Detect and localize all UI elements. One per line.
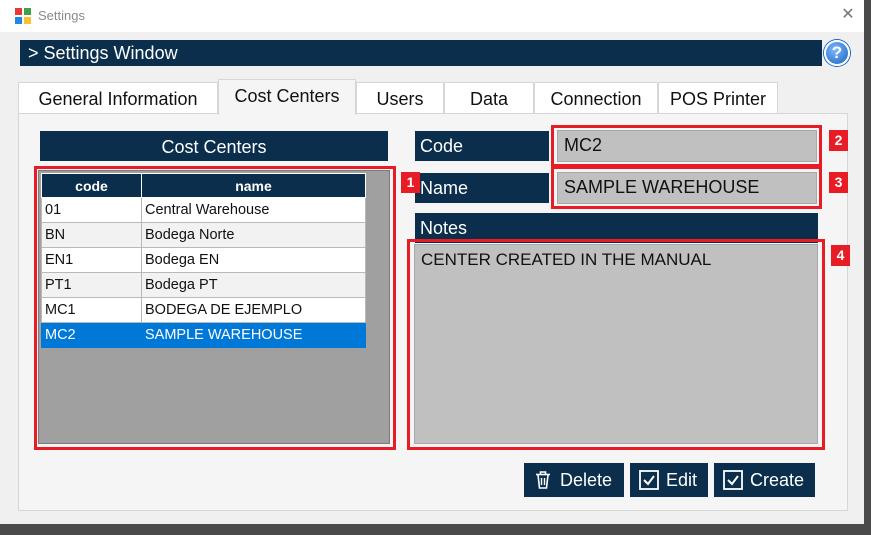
table-row[interactable]: EN1 Bodega EN bbox=[41, 247, 366, 273]
cell-name[interactable]: SAMPLE WAREHOUSE bbox=[141, 322, 366, 348]
table-row[interactable]: MC1 BODEGA DE EJEMPLO bbox=[41, 297, 366, 323]
cell-code[interactable]: BN bbox=[41, 222, 142, 248]
create-button-label: Create bbox=[750, 470, 805, 490]
name-label: Name bbox=[415, 173, 549, 203]
cell-code[interactable]: MC2 bbox=[41, 322, 142, 348]
app-logo-icon bbox=[15, 8, 31, 24]
tab-general-information[interactable]: General Information bbox=[18, 82, 218, 114]
cell-name[interactable]: Bodega PT bbox=[141, 272, 366, 298]
tab-cost-centers[interactable]: Cost Centers bbox=[218, 79, 356, 115]
table-row[interactable]: PT1 Bodega PT bbox=[41, 272, 366, 298]
tab-pos-printer[interactable]: POS Printer bbox=[658, 82, 778, 114]
trash-icon bbox=[536, 471, 550, 489]
delete-button[interactable]: Delete bbox=[524, 463, 624, 497]
edit-button[interactable]: Edit bbox=[630, 463, 708, 497]
cell-code[interactable]: 01 bbox=[41, 197, 142, 223]
checkbox-check-icon bbox=[723, 470, 743, 490]
cell-code[interactable]: MC1 bbox=[41, 297, 142, 323]
cell-name[interactable]: Bodega EN bbox=[141, 247, 366, 273]
name-field[interactable]: SAMPLE WAREHOUSE bbox=[557, 172, 817, 204]
annotation-badge-1: 1 bbox=[401, 172, 420, 193]
settings-window: Settings ✕ > Settings Window ? General I… bbox=[0, 0, 864, 524]
edit-button-label: Edit bbox=[666, 470, 698, 490]
tab-connection[interactable]: Connection bbox=[534, 82, 658, 114]
cost-centers-list-title: Cost Centers bbox=[40, 131, 388, 161]
cell-name[interactable]: Central Warehouse bbox=[141, 197, 366, 223]
cell-name[interactable]: Bodega Norte bbox=[141, 222, 366, 248]
notes-label: Notes bbox=[415, 213, 818, 243]
table-row[interactable]: 01 Central Warehouse bbox=[41, 197, 366, 223]
table-row[interactable]: BN Bodega Norte bbox=[41, 222, 366, 248]
cell-name[interactable]: BODEGA DE EJEMPLO bbox=[141, 297, 366, 323]
close-window-button[interactable]: ✕ bbox=[838, 5, 858, 25]
column-header-code[interactable]: code bbox=[41, 173, 142, 198]
column-header-name[interactable]: name bbox=[141, 173, 366, 198]
cell-code[interactable]: EN1 bbox=[41, 247, 142, 273]
code-field[interactable]: MC2 bbox=[557, 130, 817, 162]
tab-data[interactable]: Data bbox=[444, 82, 534, 114]
delete-button-label: Delete bbox=[560, 470, 613, 490]
help-button[interactable]: ? bbox=[824, 40, 850, 66]
cost-centers-grid: code name 01 Central Warehouse BN Bodega… bbox=[41, 173, 366, 348]
tab-users[interactable]: Users bbox=[356, 82, 444, 114]
annotation-badge-3: 3 bbox=[829, 172, 848, 193]
create-button[interactable]: Create bbox=[714, 463, 815, 497]
settings-header: > Settings Window bbox=[20, 40, 822, 66]
title-bar: Settings ✕ bbox=[0, 0, 864, 32]
code-label: Code bbox=[415, 131, 549, 161]
checkbox-check-icon bbox=[639, 470, 659, 490]
notes-field[interactable]: CENTER CREATED IN THE MANUAL bbox=[414, 244, 818, 444]
annotation-badge-4: 4 bbox=[831, 245, 850, 266]
cell-code[interactable]: PT1 bbox=[41, 272, 142, 298]
annotation-badge-2: 2 bbox=[829, 130, 848, 151]
window-title: Settings bbox=[38, 8, 85, 23]
table-row-selected[interactable]: MC2 SAMPLE WAREHOUSE bbox=[41, 322, 366, 348]
